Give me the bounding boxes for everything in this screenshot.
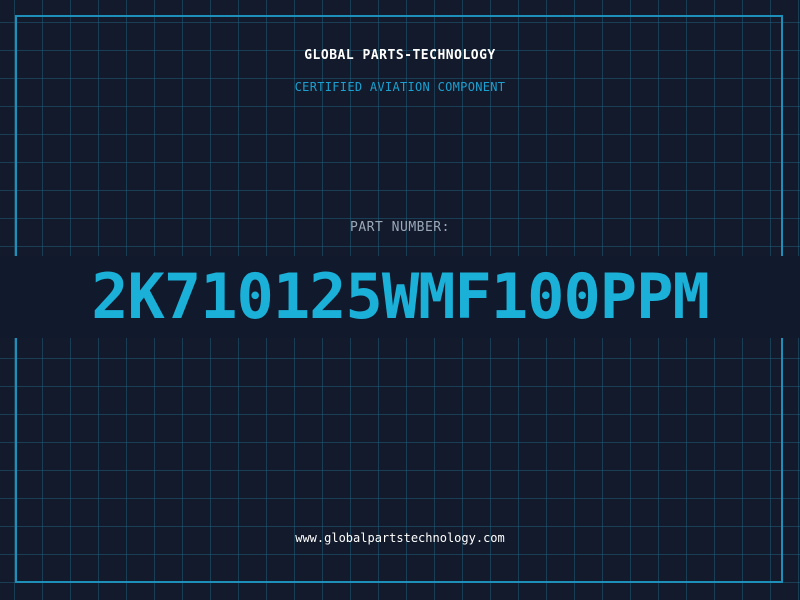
certification-tagline: CERTIFIED AVIATION COMPONENT (294, 80, 506, 94)
company-name: GLOBAL PARTS-TECHNOLOGY (304, 48, 496, 63)
website-url: www.globalpartstechnology.com (295, 531, 505, 545)
part-number-value: 2K710125WMF100PPM (91, 260, 710, 333)
label-canvas: GLOBAL PARTS-TECHNOLOGY CERTIFIED AVIATI… (0, 0, 800, 600)
part-number-label: PART NUMBER: (350, 220, 450, 235)
